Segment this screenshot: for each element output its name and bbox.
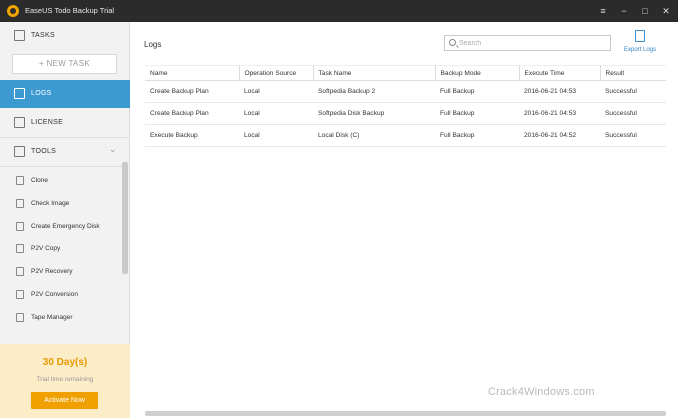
menu-icon[interactable]: ≡ [596,4,610,18]
column-header-execute-time[interactable]: Execute Time [519,65,601,81]
cell-task-name: Softpedia Disk Backup [313,102,435,125]
tool-label: Tape Manager [31,314,73,321]
cell-backup-mode: Full Backup [435,102,519,125]
cell-operation-source: Local [239,80,313,103]
column-header-result[interactable]: Result [600,65,666,81]
cell-name: Create Backup Plan [145,80,239,103]
table-header-row: Name Operation Source Task Name Backup M… [145,65,666,81]
tools-icon [14,146,25,157]
minimize-button[interactable]: − [617,4,631,18]
cell-name: Execute Backup [145,124,239,147]
tool-item-tape-manager[interactable]: Tape Manager [0,307,124,329]
tool-label: Create Emergency Disk [31,223,100,230]
cell-operation-source: Local [239,124,313,147]
clone-icon [16,176,24,185]
horizontal-scrollbar[interactable] [145,411,666,416]
tool-label: Clone [31,177,48,184]
tool-item-create-emergency-disk[interactable]: Create Emergency Disk [0,216,124,238]
title-bar: EaseUS Todo Backup Trial ≡ − □ ✕ [0,0,678,22]
tool-label: Check Image [31,200,70,207]
watermark-text: Crack4Windows.com [488,386,595,398]
p2v-conversion-icon [16,290,24,299]
cell-execute-time: 2016-06-21 04:52 [519,124,600,147]
table-row[interactable]: Create Backup Plan Local Softpedia Disk … [145,102,666,125]
cell-backup-mode: Full Backup [435,80,519,103]
table-row[interactable]: Execute Backup Local Local Disk (C) Full… [145,124,666,147]
tool-item-p2v-copy[interactable]: P2V Copy [0,238,124,260]
tool-label: P2V Copy [31,245,61,252]
sidebar-item-license[interactable]: LICENSE [0,109,130,137]
cell-task-name: Local Disk (C) [313,124,435,147]
check-image-icon [16,199,24,208]
search-input[interactable] [459,38,607,49]
sidebar-item-label: LICENSE [31,119,64,126]
trial-remaining-text: Trial time remaining [36,376,94,383]
export-logs-icon [635,30,645,42]
sidebar-item-label: LOGS [31,90,52,97]
app-logo-icon [7,5,19,17]
sidebar-item-label: TASKS [31,32,55,39]
activate-now-button[interactable]: Activate Now [31,392,98,409]
column-header-name[interactable]: Name [145,65,240,81]
p2v-copy-icon [16,244,24,253]
license-icon [14,117,25,128]
tool-item-p2v-recovery[interactable]: P2V Recovery [0,261,124,283]
table-row[interactable]: Create Backup Plan Local Softpedia Backu… [145,80,666,103]
tasks-icon [14,30,25,41]
logs-icon [14,88,25,99]
column-header-task-name[interactable]: Task Name [313,65,436,81]
window-title: EaseUS Todo Backup Trial [25,6,115,15]
cell-result: Successful [600,124,666,147]
sidebar-item-tasks[interactable]: TASKS [0,22,130,50]
new-task-button[interactable]: + NEW TASK [12,54,117,74]
tool-label: P2V Recovery [31,268,73,275]
tool-item-clone[interactable]: Clone [0,170,124,192]
export-logs-label: Export Logs [623,47,657,53]
sidebar-scrollbar[interactable] [122,162,128,274]
cell-result: Successful [600,80,666,103]
cell-backup-mode: Full Backup [435,124,519,147]
cell-task-name: Softpedia Backup 2 [313,80,435,103]
column-header-backup-mode[interactable]: Backup Mode [435,65,520,81]
sidebar-item-logs[interactable]: LOGS [0,80,130,108]
chevron-down-icon[interactable]: ⌄ [109,144,117,155]
tool-item-p2v-conversion[interactable]: P2V Conversion [0,284,124,306]
p2v-recovery-icon [16,267,24,276]
sidebar-item-tools[interactable]: TOOLS ⌄ [0,138,130,166]
tape-manager-icon [16,313,24,322]
sidebar: TASKS + NEW TASK LOGS LICENSE TOOLS ⌄ Cl… [0,22,130,418]
tool-item-check-image[interactable]: Check Image [0,193,124,215]
column-header-operation-source[interactable]: Operation Source [239,65,314,81]
emergency-disk-icon [16,222,24,231]
close-button[interactable]: ✕ [659,4,673,18]
divider [0,166,130,167]
tool-label: P2V Conversion [31,291,78,298]
trial-panel: 30 Day(s) Trial time remaining Activate … [0,344,130,418]
sidebar-item-label: TOOLS [31,148,57,155]
cell-execute-time: 2016-06-21 04:53 [519,102,600,125]
cell-name: Create Backup Plan [145,102,239,125]
cell-result: Successful [600,102,666,125]
search-box[interactable] [444,35,611,51]
cell-operation-source: Local [239,102,313,125]
export-logs-button[interactable]: Export Logs [616,30,664,58]
page-title: Logs [144,40,162,49]
maximize-button[interactable]: □ [638,4,652,18]
logs-table: Name Operation Source Task Name Backup M… [145,65,666,147]
search-icon [449,39,456,46]
main-panel: Logs Export Logs Name Operation Source T… [130,22,678,418]
cell-execute-time: 2016-06-21 04:53 [519,80,600,103]
trial-days: 30 Day(s) [42,357,88,368]
